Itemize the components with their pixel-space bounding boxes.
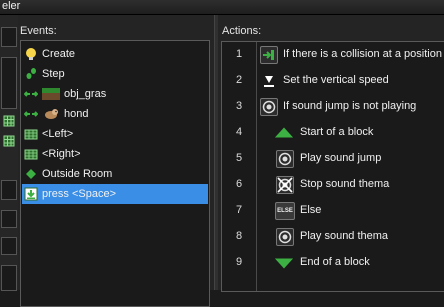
grid-icon[interactable] (3, 115, 15, 127)
play-sound-icon (275, 227, 295, 247)
diamond-icon (24, 167, 38, 181)
footsteps-icon (24, 67, 38, 81)
action-row[interactable]: 1 If there is a collision at a position (222, 42, 444, 68)
event-label: obj_gras (64, 88, 107, 100)
grass-sprite-icon (42, 87, 60, 101)
events-list[interactable]: Create Step obj_gras hond <Left> <Right>… (20, 40, 210, 307)
strip-panel[interactable] (1, 57, 17, 109)
action-row[interactable]: 6 Stop sound thema (222, 172, 444, 198)
block-end-icon (274, 253, 294, 273)
line-number: 3 (235, 100, 243, 112)
event-label: <Right> (42, 148, 81, 160)
event-press-space[interactable]: press <Space> (22, 184, 208, 204)
strip-field[interactable] (1, 180, 17, 200)
line-number: 4 (235, 126, 243, 138)
actions-label: Actions: (222, 25, 262, 37)
action-row[interactable]: 2 Set the vertical speed (222, 68, 444, 94)
collision-arrows-icon (24, 107, 38, 121)
action-row[interactable]: 3 If sound jump is not playing (222, 94, 444, 120)
title-bar: eler (0, 0, 444, 15)
action-label: If there is a collision at a position (283, 48, 442, 60)
action-row[interactable]: 9 End of a block (222, 250, 444, 276)
stop-sound-icon (275, 175, 295, 195)
event-collision-obj-gras[interactable]: obj_gras (22, 84, 208, 104)
events-label: Events: (20, 25, 57, 37)
action-label: Else (300, 204, 322, 216)
actions-panel: Actions: 1 If there is a collision at a … (218, 15, 444, 292)
events-panel: Events: Create Step obj_gras hond <Left>… (18, 15, 214, 307)
left-toolbar-strip (0, 15, 19, 291)
line-number: 1 (235, 48, 243, 60)
line-number: 6 (235, 178, 243, 190)
action-label: Play sound jump (300, 152, 382, 164)
line-number: 5 (235, 152, 243, 164)
window-title: eler (2, 0, 21, 12)
line-number: 9 (235, 256, 243, 268)
action-row[interactable]: 8 Play sound thema (222, 224, 444, 250)
action-row[interactable]: 4 Start of a block (222, 120, 444, 146)
play-sound-icon (275, 149, 295, 169)
line-number: 2 (235, 74, 243, 86)
action-label: End of a block (300, 256, 370, 268)
event-key-right[interactable]: <Right> (22, 144, 208, 164)
event-label: Outside Room (42, 168, 113, 180)
action-label: Set the vertical speed (283, 74, 389, 86)
else-icon: ELSE (275, 201, 295, 221)
event-step[interactable]: Step (22, 64, 208, 84)
block-start-icon (274, 123, 294, 143)
keyboard-icon (24, 147, 38, 161)
event-outside-room[interactable]: Outside Room (22, 164, 208, 184)
line-number: 7 (235, 204, 243, 216)
collision-check-icon (259, 45, 279, 65)
action-label: Start of a block (300, 126, 374, 138)
dog-sprite-icon (42, 107, 60, 121)
strip-field[interactable] (1, 265, 17, 291)
event-label: Create (42, 48, 76, 60)
line-number: 8 (235, 230, 243, 242)
event-label: Step (42, 68, 65, 80)
vertical-speed-icon (259, 71, 279, 91)
strip-field[interactable] (1, 237, 17, 255)
event-label: press <Space> (42, 188, 116, 200)
event-create[interactable]: Create (22, 44, 208, 64)
action-label: If sound jump is not playing (283, 100, 417, 112)
strip-field[interactable] (1, 210, 17, 228)
bulb-icon (24, 47, 38, 61)
action-row[interactable]: 5 Play sound jump (222, 146, 444, 172)
event-key-left[interactable]: <Left> (22, 124, 208, 144)
event-label: <Left> (42, 128, 74, 140)
action-label: Stop sound thema (300, 178, 390, 190)
keyboard-icon (24, 127, 38, 141)
strip-field[interactable] (1, 27, 17, 47)
grid-icon[interactable] (3, 135, 15, 147)
actions-list[interactable]: 1 If there is a collision at a position … (221, 41, 444, 292)
action-row[interactable]: 7 ELSE Else (222, 198, 444, 224)
event-label: hond (64, 108, 89, 120)
key-press-icon (24, 187, 38, 201)
action-label: Play sound thema (300, 230, 389, 242)
collision-arrows-icon (24, 87, 38, 101)
event-collision-hond[interactable]: hond (22, 104, 208, 124)
sound-check-icon (259, 97, 279, 117)
